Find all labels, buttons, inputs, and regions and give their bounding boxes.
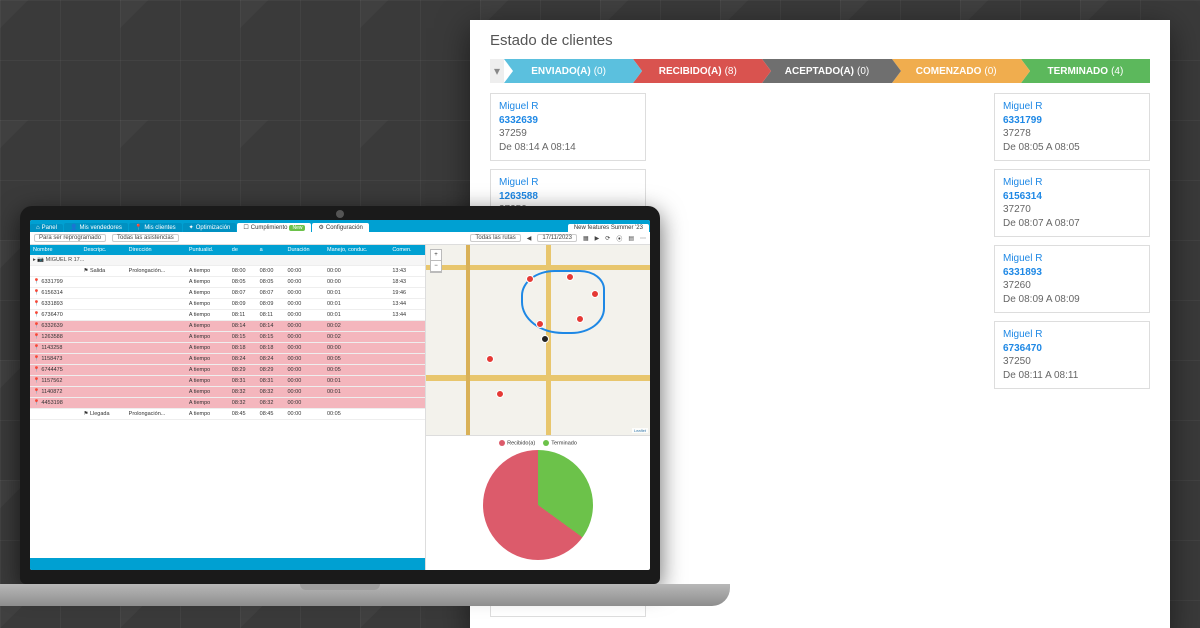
nav-clientes[interactable]: 📍 Mis clientes — [129, 223, 182, 232]
route-map[interactable]: +− Leaflet — [426, 245, 650, 435]
col-header[interactable]: Manejo, conduc. — [324, 245, 389, 255]
col-header[interactable]: Descripc. — [80, 245, 125, 255]
table-row[interactable]: 📍 1140872A tiempo08:3208:3200:0000:01 — [30, 387, 425, 398]
stage-aceptado[interactable]: ACEPTADO(A)(0) — [762, 59, 891, 83]
more-icon[interactable]: ⋯ — [640, 235, 646, 242]
prev-day-icon[interactable]: ◀ — [527, 235, 532, 242]
col-header[interactable]: Duración — [285, 245, 324, 255]
nav-vendedores[interactable]: 👤 Mis vendedores — [64, 223, 128, 232]
calendar-icon[interactable]: ▦ — [583, 235, 589, 242]
locate-icon[interactable]: ⦿ — [616, 234, 622, 243]
client-card[interactable]: Miguel R673647037250De 08:11 A 08:11 — [994, 321, 1150, 389]
scrollbar[interactable] — [30, 558, 425, 570]
table-row[interactable]: 📍 6736470A tiempo08:1108:1100:0000:0113:… — [30, 310, 425, 321]
refresh-icon[interactable]: ⟳ — [605, 235, 610, 242]
stage-enviado[interactable]: ENVIADO(A)(0) — [504, 59, 633, 83]
nav-cumplimiento[interactable]: ☐ Cumplimiento New — [237, 223, 311, 232]
filter-attendance[interactable]: Todas las asistencias — [112, 234, 179, 242]
col-header[interactable]: Puntualid. — [186, 245, 229, 255]
zoom-out-icon: − — [431, 261, 441, 272]
client-card[interactable]: Miguel R633263937259De 08:14 A 08:14 — [490, 93, 646, 161]
table-row[interactable]: 📍 1143258A tiempo08:1808:1800:0000:00 — [30, 343, 425, 354]
table-header: NombreDescripc.DirecciónPuntualid.deaDur… — [30, 245, 425, 255]
table-row[interactable]: 📍 6332639A tiempo08:1408:1400:0000:02 — [30, 321, 425, 332]
column-terminado: Miguel R633179937278De 08:05 A 08:05 Migu… — [994, 93, 1150, 617]
table-row[interactable]: 📍 6331893A tiempo08:0908:0900:0000:0113:… — [30, 299, 425, 310]
date-picker[interactable]: 17/11/2023 — [537, 234, 577, 242]
col-header[interactable]: Dirección — [126, 245, 186, 255]
app-nav: ⌂ Panel 👤 Mis vendedores 📍 Mis clientes … — [30, 220, 650, 232]
client-card[interactable]: Miguel R615631437270De 08:07 A 08:07 — [994, 169, 1150, 237]
client-card[interactable]: Miguel R633189337260De 08:09 A 08:09 — [994, 245, 1150, 313]
pie-graphic — [483, 450, 593, 560]
table-row[interactable]: ⚑ LlegadaProlongación...A tiempo08:4508:… — [30, 409, 425, 420]
status-pipeline: ▾ ENVIADO(A)(0) RECIBIDO(A)(8) ACEPTADO(… — [490, 59, 1150, 83]
pie-legend: Recibido(a) Terminado — [499, 440, 577, 446]
status-pie-chart: Recibido(a) Terminado — [426, 435, 650, 570]
new-features-chip[interactable]: New features Summer '23 — [568, 224, 649, 232]
table-row[interactable]: 📍 1158473A tiempo08:2408:2400:0000:05 — [30, 354, 425, 365]
nav-config[interactable]: ⚙ Configuración — [312, 223, 368, 232]
panel-title: Estado de clientes — [490, 32, 1150, 49]
table-row[interactable]: 📍 6156314A tiempo08:0708:0700:0000:0119:… — [30, 288, 425, 299]
next-day-icon[interactable]: ▶ — [595, 235, 600, 242]
col-header[interactable]: de — [229, 245, 257, 255]
map-attribution: Leaflet — [632, 428, 648, 433]
schedule-table: NombreDescripc.DirecciónPuntualid.deaDur… — [30, 245, 425, 420]
table-body: ▸ 📷 MIGUEL R 17...⚑ SalidaProlongación..… — [30, 255, 425, 420]
table-row[interactable]: 📍 1263588A tiempo08:1508:1500:0000:02 — [30, 332, 425, 343]
filter-toolbar: Para ser reprogramado Todas las asistenc… — [30, 232, 650, 245]
nav-panel[interactable]: ⌂ Panel — [30, 224, 63, 232]
table-row[interactable]: 📍 4453198A tiempo08:3208:3200:00 — [30, 398, 425, 409]
table-row[interactable]: 📍 6331799A tiempo08:0508:0500:0000:0018:… — [30, 277, 425, 288]
table-row[interactable]: ⚑ SalidaProlongación...A tiempo08:0008:0… — [30, 266, 425, 277]
stage-recibido[interactable]: RECIBIDO(A)(8) — [633, 59, 762, 83]
column-aceptado — [658, 93, 814, 617]
pipeline-collapse-icon[interactable]: ▾ — [490, 59, 504, 83]
promo-graphic: Estado de clientes ▾ ENVIADO(A)(0) RECIB… — [0, 0, 1200, 628]
table-row[interactable]: 📍 6744475A tiempo08:2908:2900:0000:05 — [30, 365, 425, 376]
filter-routes[interactable]: Todas las rutas — [470, 234, 520, 242]
zoom-in-icon: + — [431, 250, 441, 261]
layers-icon[interactable]: ▤ — [628, 235, 634, 242]
column-comenzado — [826, 93, 982, 617]
nav-optimizacion[interactable]: ✦ Optimización — [183, 223, 237, 232]
laptop-mockup: ⌂ Panel 👤 Mis vendedores 📍 Mis clientes … — [20, 206, 660, 606]
stage-terminado[interactable]: TERMINADO(4) — [1021, 59, 1150, 83]
col-header[interactable]: Nombre — [30, 245, 80, 255]
col-header[interactable]: a — [257, 245, 285, 255]
table-row[interactable]: 📍 1157562A tiempo08:3108:3100:0000:01 — [30, 376, 425, 387]
col-header[interactable]: Comen. — [389, 245, 425, 255]
app-window: ⌂ Panel 👤 Mis vendedores 📍 Mis clientes … — [30, 220, 650, 570]
filter-reprogram[interactable]: Para ser reprogramado — [34, 234, 106, 242]
map-zoom[interactable]: +− — [430, 249, 442, 273]
schedule-table-pane: NombreDescripc.DirecciónPuntualid.deaDur… — [30, 245, 426, 570]
stage-comenzado[interactable]: COMENZADO(0) — [892, 59, 1021, 83]
table-group-row[interactable]: ▸ 📷 MIGUEL R 17... — [30, 255, 425, 266]
client-card[interactable]: Miguel R633179937278De 08:05 A 08:05 — [994, 93, 1150, 161]
